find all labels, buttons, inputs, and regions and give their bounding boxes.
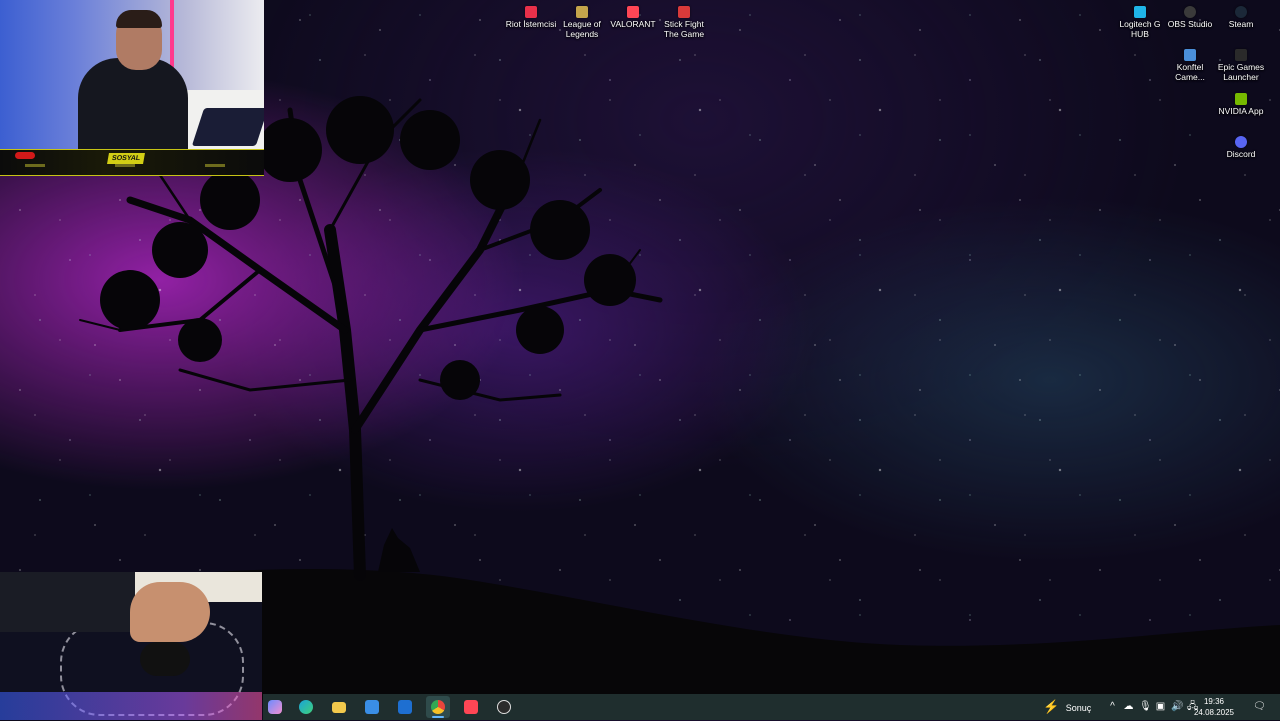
clock-date: 24.08.2025 bbox=[1193, 708, 1235, 717]
folder-icon bbox=[332, 701, 346, 713]
steam-icon bbox=[1235, 6, 1247, 18]
volume-icon[interactable]: 🔊 bbox=[1171, 701, 1183, 712]
overlay-stat bbox=[205, 164, 225, 167]
desktop-icon-label: OBS Studio bbox=[1167, 19, 1213, 29]
clock-time: 19:36 bbox=[1203, 697, 1225, 706]
desktop-icon-epic-games[interactable]: Epic Games Launcher bbox=[1213, 49, 1269, 82]
desktop-icon-discord[interactable]: Discord bbox=[1213, 136, 1269, 159]
obs-studio-icon bbox=[1184, 6, 1196, 18]
taskbar-edge[interactable] bbox=[294, 696, 318, 718]
cloud-sync-icon[interactable]: ☁ bbox=[1123, 701, 1134, 712]
desktop-icon-label: Logitech G HUB bbox=[1119, 19, 1161, 39]
webcam-person bbox=[78, 58, 188, 150]
outlook-icon bbox=[398, 700, 412, 714]
desktop-icon-label: NVIDIA App bbox=[1218, 106, 1264, 116]
webcam-neon-light bbox=[170, 0, 174, 70]
obs-taskbar-icon bbox=[497, 700, 511, 714]
taskbar-microsoft-store[interactable] bbox=[360, 696, 384, 718]
konftel-camera-icon bbox=[1184, 49, 1196, 61]
recording-indicator bbox=[15, 152, 35, 159]
epic-games-icon bbox=[1235, 49, 1247, 61]
overlay-stat bbox=[25, 164, 45, 167]
desktop-icon-label: Konftel Came... bbox=[1175, 62, 1205, 82]
taskbar-outlook[interactable] bbox=[393, 696, 417, 718]
handcam-sleeve bbox=[0, 572, 135, 632]
handcam-overlay bbox=[0, 572, 262, 720]
news-widget-label: Sonuç bbox=[1065, 703, 1092, 713]
taskbar-valorant[interactable] bbox=[459, 696, 483, 718]
valorant-taskbar-icon bbox=[464, 700, 478, 714]
handcam-rgb-glow bbox=[0, 692, 262, 720]
webcam-person-hair bbox=[116, 10, 162, 28]
desktop-icon-nvidia-app[interactable]: NVIDIA App bbox=[1213, 93, 1269, 116]
desktop-icon-konftel-camera[interactable]: Konftel Came... bbox=[1162, 49, 1218, 82]
desktop-icon-label: Steam bbox=[1228, 19, 1254, 29]
taskbar-clock[interactable]: 19:36 24.08.2025 bbox=[1184, 696, 1244, 718]
store-icon bbox=[365, 700, 379, 714]
desktop-icon-riot-client[interactable]: Riot İstemcisi bbox=[503, 6, 559, 29]
desktop-icon-label: League of Legends bbox=[563, 19, 601, 39]
desktop-icon-label: Riot İstemcisi bbox=[505, 19, 557, 29]
nvidia-icon bbox=[1235, 93, 1247, 105]
edge-icon bbox=[299, 700, 313, 714]
handcam-mouse bbox=[140, 642, 190, 676]
chevron-up-icon[interactable]: ^ bbox=[1107, 701, 1118, 712]
discord-icon bbox=[1235, 136, 1247, 148]
news-widget-icon: ⚡ bbox=[1043, 699, 1060, 714]
desktop-icon-stick-fight[interactable]: Stick Fight The Game bbox=[656, 6, 712, 39]
desktop-icon-label: Discord bbox=[1226, 149, 1256, 159]
webcam-overlay bbox=[0, 0, 264, 150]
league-of-legends-icon bbox=[576, 6, 588, 18]
notification-icon[interactable]: 🗨 bbox=[1253, 701, 1266, 712]
desktop-icon-label: Epic Games Launcher bbox=[1217, 62, 1265, 82]
handcam-hand bbox=[130, 582, 210, 642]
taskbar-copilot[interactable] bbox=[263, 696, 287, 718]
webcam-keyboard bbox=[191, 108, 264, 146]
taskbar: ⚡ Sonuç ^ ☁ 🎙 ▣ 🔊 🖧 19:36 24.08.2025 🗨 bbox=[263, 694, 1280, 720]
desktop-icon-valorant[interactable]: VALORANT bbox=[605, 6, 661, 29]
taskbar-obs[interactable] bbox=[492, 696, 516, 718]
taskbar-chrome[interactable] bbox=[426, 696, 450, 718]
desktop-icon-obs-studio[interactable]: OBS Studio bbox=[1162, 6, 1218, 29]
desktop-icon-steam[interactable]: Steam bbox=[1213, 6, 1269, 29]
social-banner: SOSYAL bbox=[107, 153, 145, 164]
news-widget[interactable]: ⚡ Sonuç bbox=[1043, 694, 1103, 720]
desktop-icon-label: VALORANT bbox=[610, 19, 656, 29]
logitech-g-hub-icon bbox=[1134, 6, 1146, 18]
valorant-icon bbox=[627, 6, 639, 18]
chrome-icon bbox=[431, 700, 445, 714]
desktop-icon-logitech-g-hub[interactable]: Logitech G HUB bbox=[1112, 6, 1168, 39]
stream-social-bar: SOSYAL bbox=[0, 149, 264, 176]
taskbar-file-explorer[interactable] bbox=[327, 696, 351, 718]
riot-client-icon bbox=[525, 6, 537, 18]
desktop-icon-league-of-legends[interactable]: League of Legends bbox=[554, 6, 610, 39]
copilot-icon bbox=[268, 700, 282, 714]
microphone-icon[interactable]: 🎙 bbox=[1139, 701, 1152, 712]
overlay-stat bbox=[115, 164, 135, 167]
display-capture-icon[interactable]: ▣ bbox=[1155, 701, 1166, 712]
stick-fight-icon bbox=[678, 6, 690, 18]
desktop-icon-label: Stick Fight The Game bbox=[663, 19, 705, 39]
